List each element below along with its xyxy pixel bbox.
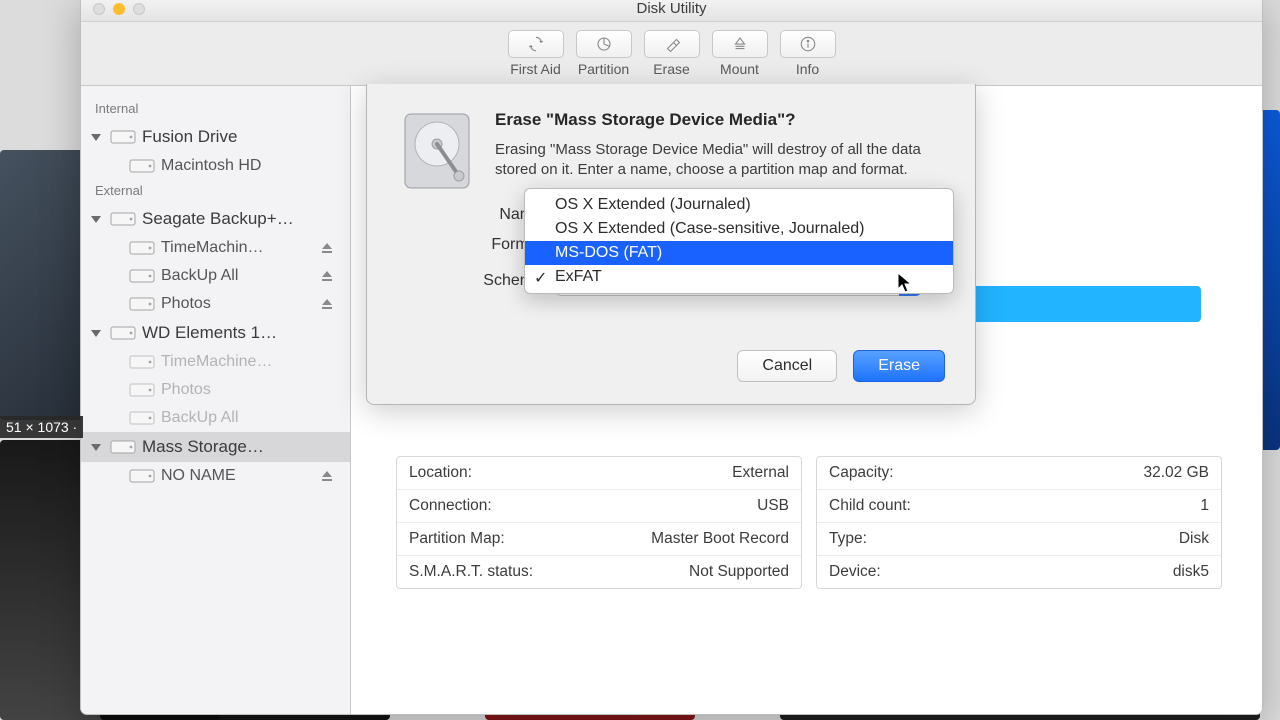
info-key: Connection: <box>409 497 492 515</box>
info-row: Location: External <box>397 457 801 490</box>
info-key: Type: <box>829 530 867 548</box>
disk-utility-window: Disk Utility First Aid Partition Erase M… <box>80 0 1263 715</box>
toolbar: First Aid Partition Erase Mount Info <box>81 22 1262 86</box>
info-key: Capacity: <box>829 464 894 482</box>
sidebar-item-label: BackUp All <box>161 267 238 285</box>
erase-icon <box>644 30 700 58</box>
sidebar-item-label: Photos <box>161 295 211 313</box>
sidebar-drive[interactable]: Mass Storage… <box>81 432 350 462</box>
sidebar-item-label: Photos <box>161 381 211 399</box>
info-key: Child count: <box>829 497 911 515</box>
sidebar-item-label: BackUp All <box>161 409 238 427</box>
info-value: Not Supported <box>689 563 789 581</box>
format-option[interactable]: MS-DOS (FAT) <box>525 241 953 265</box>
sidebar-volume[interactable]: BackUp All <box>81 404 350 432</box>
window-title: Disk Utility <box>81 0 1262 17</box>
sidebar-item-label: WD Elements 1… <box>142 323 277 343</box>
sidebar-item-label: TimeMachine… <box>161 353 272 371</box>
info-value: 32.02 GB <box>1144 464 1210 482</box>
sidebar-volume[interactable]: Macintosh HD <box>81 152 350 180</box>
toolbar-erase[interactable]: Erase <box>644 30 700 77</box>
sidebar-volume[interactable]: TimeMachin… <box>81 234 350 262</box>
mount-icon <box>712 30 768 58</box>
sidebar-drive[interactable]: Fusion Drive <box>81 122 350 152</box>
sidebar-item-label: Fusion Drive <box>142 127 237 147</box>
sidebar-drive[interactable]: WD Elements 1… <box>81 318 350 348</box>
toolbar-partition[interactable]: Partition <box>576 30 632 77</box>
first-aid-icon <box>508 30 564 58</box>
titlebar[interactable]: Disk Utility <box>81 0 1262 22</box>
info-panel: Location: External Connection: USB Partition… <box>396 456 1222 589</box>
sidebar-item-label: NO NAME <box>161 467 236 485</box>
sidebar[interactable]: Internal Fusion Drive Macintosh HD External… <box>81 86 351 714</box>
sidebar-item-label: Seagate Backup+… <box>142 209 294 229</box>
info-value: disk5 <box>1173 563 1209 581</box>
info-key: Location: <box>409 464 472 482</box>
content-area: Erase "Mass Storage Device Media"? Erasi… <box>351 86 1262 714</box>
sidebar-section-header: Internal <box>81 98 350 122</box>
sheet-title: Erase "Mass Storage Device Media"? <box>495 110 925 130</box>
sidebar-volume[interactable]: Photos <box>81 290 350 318</box>
toolbar-info[interactable]: Info <box>780 30 836 77</box>
info-value: Disk <box>1179 530 1209 548</box>
sidebar-item-label: Mass Storage… <box>142 437 264 457</box>
info-value: 1 <box>1200 497 1209 515</box>
format-option[interactable]: OS X Extended (Journaled) <box>525 193 953 217</box>
sidebar-drive[interactable]: Seagate Backup+… <box>81 204 350 234</box>
disclosure-icon[interactable] <box>91 216 101 223</box>
disclosure-icon[interactable] <box>91 134 101 141</box>
info-value: External <box>732 464 789 482</box>
sidebar-volume[interactable]: BackUp All <box>81 262 350 290</box>
format-dropdown[interactable]: OS X Extended (Journaled)OS X Extended (… <box>524 188 954 294</box>
info-key: S.M.A.R.T. status: <box>409 563 533 581</box>
info-row: Device: disk5 <box>817 556 1221 588</box>
info-row: Capacity: 32.02 GB <box>817 457 1221 490</box>
sidebar-volume[interactable]: Photos <box>81 376 350 404</box>
sidebar-volume[interactable]: NO NAME <box>81 462 350 490</box>
sheet-description: Erasing "Mass Storage Device Media" will… <box>495 140 925 181</box>
format-option[interactable]: OS X Extended (Case-sensitive, Journaled… <box>525 217 953 241</box>
info-row: S.M.A.R.T. status: Not Supported <box>397 556 801 588</box>
erase-sheet: Erase "Mass Storage Device Media"? Erasi… <box>366 84 976 405</box>
bg-dimensions-caption: 51 × 1073 · <box>0 416 83 438</box>
format-option[interactable]: ExFAT <box>525 265 953 289</box>
harddrive-icon <box>401 110 473 192</box>
info-value: USB <box>757 497 789 515</box>
info-row: Type: Disk <box>817 523 1221 556</box>
info-row: Connection: USB <box>397 490 801 523</box>
info-key: Device: <box>829 563 881 581</box>
info-key: Partition Map: <box>409 530 505 548</box>
disclosure-icon[interactable] <box>91 444 101 451</box>
info-row: Partition Map: Master Boot Record <box>397 523 801 556</box>
name-field-highlight <box>971 286 1201 322</box>
disclosure-icon[interactable] <box>91 330 101 337</box>
erase-button[interactable]: Erase <box>853 350 945 382</box>
sidebar-section-header: External <box>81 180 350 204</box>
toolbar-first-aid[interactable]: First Aid <box>508 30 564 77</box>
cancel-button[interactable]: Cancel <box>737 350 837 382</box>
sidebar-item-label: TimeMachin… <box>161 239 264 257</box>
sidebar-volume[interactable]: TimeMachine… <box>81 348 350 376</box>
info-value: Master Boot Record <box>651 530 789 548</box>
toolbar-mount[interactable]: Mount <box>712 30 768 77</box>
sidebar-item-label: Macintosh HD <box>161 157 261 175</box>
info-icon <box>780 30 836 58</box>
partition-icon <box>576 30 632 58</box>
info-row: Child count: 1 <box>817 490 1221 523</box>
